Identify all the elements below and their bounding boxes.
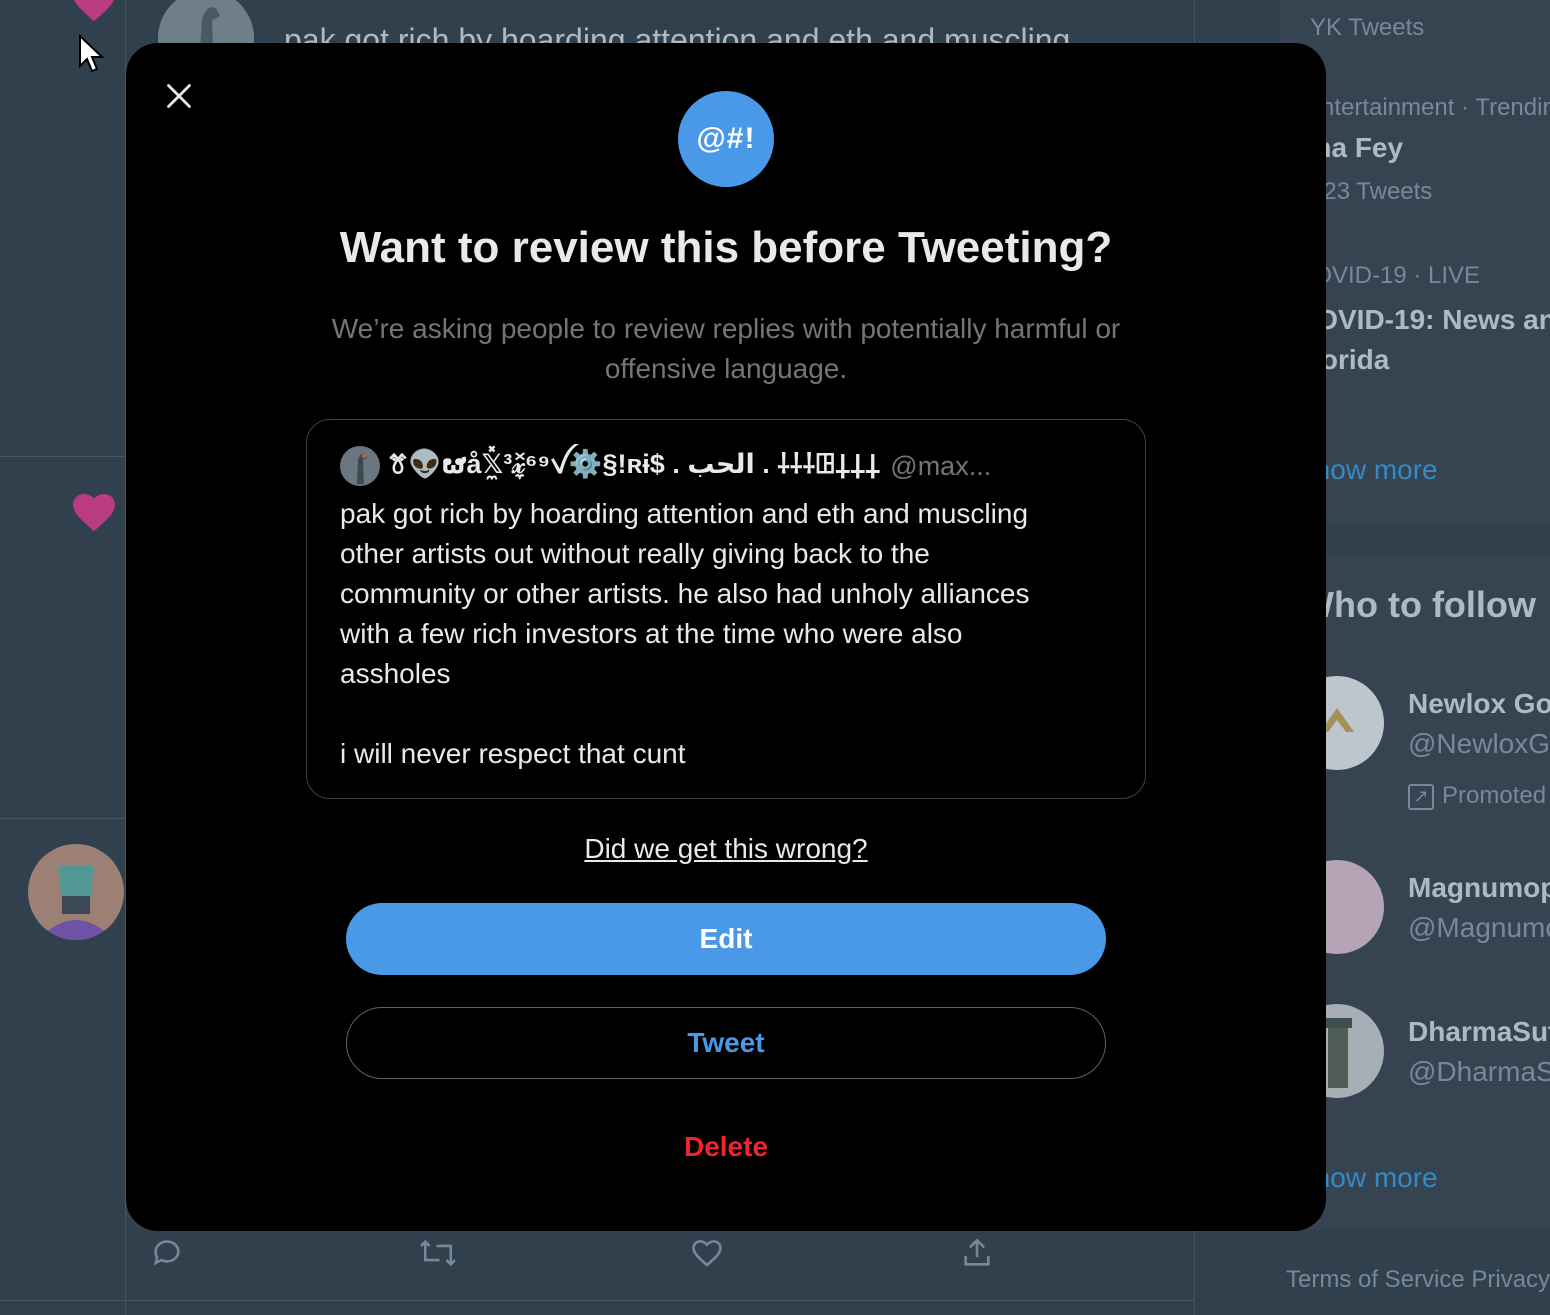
tweet-button-label: Tweet <box>687 1027 765 1058</box>
edit-button[interactable]: Edit <box>346 903 1106 975</box>
delete-button-label: Delete <box>683 1131 769 1162</box>
tweet-preview: ꔢ👽ຜå𝕏̼̽³𝓍̼̽⁶⁹ꪜ⚙️§!ʀɨ$ . الحب . ⸸⸸⸸ꖸ⸸⸸⸸ @… <box>306 419 1146 799</box>
close-icon[interactable] <box>165 82 193 110</box>
author-handle: @max... <box>890 450 992 481</box>
avatar <box>340 446 380 486</box>
badge-text: @#! <box>696 122 756 155</box>
tweet-preview-header: ꔢ👽ຜå𝕏̼̽³𝓍̼̽⁶⁹ꪜ⚙️§!ʀɨ$ . الحب . ⸸⸸⸸ꖸ⸸⸸⸸ @… <box>340 444 1120 488</box>
did-we-get-this-wrong-link[interactable]: Did we get this wrong? <box>126 833 1326 865</box>
review-tweet-dialog: @#! Want to review this before Tweeting?… <box>126 43 1326 1231</box>
tweet-button[interactable]: Tweet <box>346 1007 1106 1079</box>
close-button[interactable] <box>156 73 202 119</box>
edit-button-label: Edit <box>699 923 753 954</box>
dialog-title: Want to review this before Tweeting? <box>339 223 1113 272</box>
tweet-preview-text: pak got rich by hoarding attention and e… <box>340 498 1030 769</box>
dialog-subtitle: We’re asking people to review replies wi… <box>331 313 1121 384</box>
author-display-name: ꔢ👽ຜå𝕏̼̽³𝓍̼̽⁶⁹ꪜ⚙️§!ʀɨ$ . الحب . ⸸⸸⸸ꖸ⸸⸸⸸ <box>388 448 881 479</box>
delete-button[interactable]: Delete <box>346 1111 1106 1183</box>
mouse-cursor-icon <box>79 34 104 73</box>
offensive-language-badge: @#! <box>678 91 774 187</box>
